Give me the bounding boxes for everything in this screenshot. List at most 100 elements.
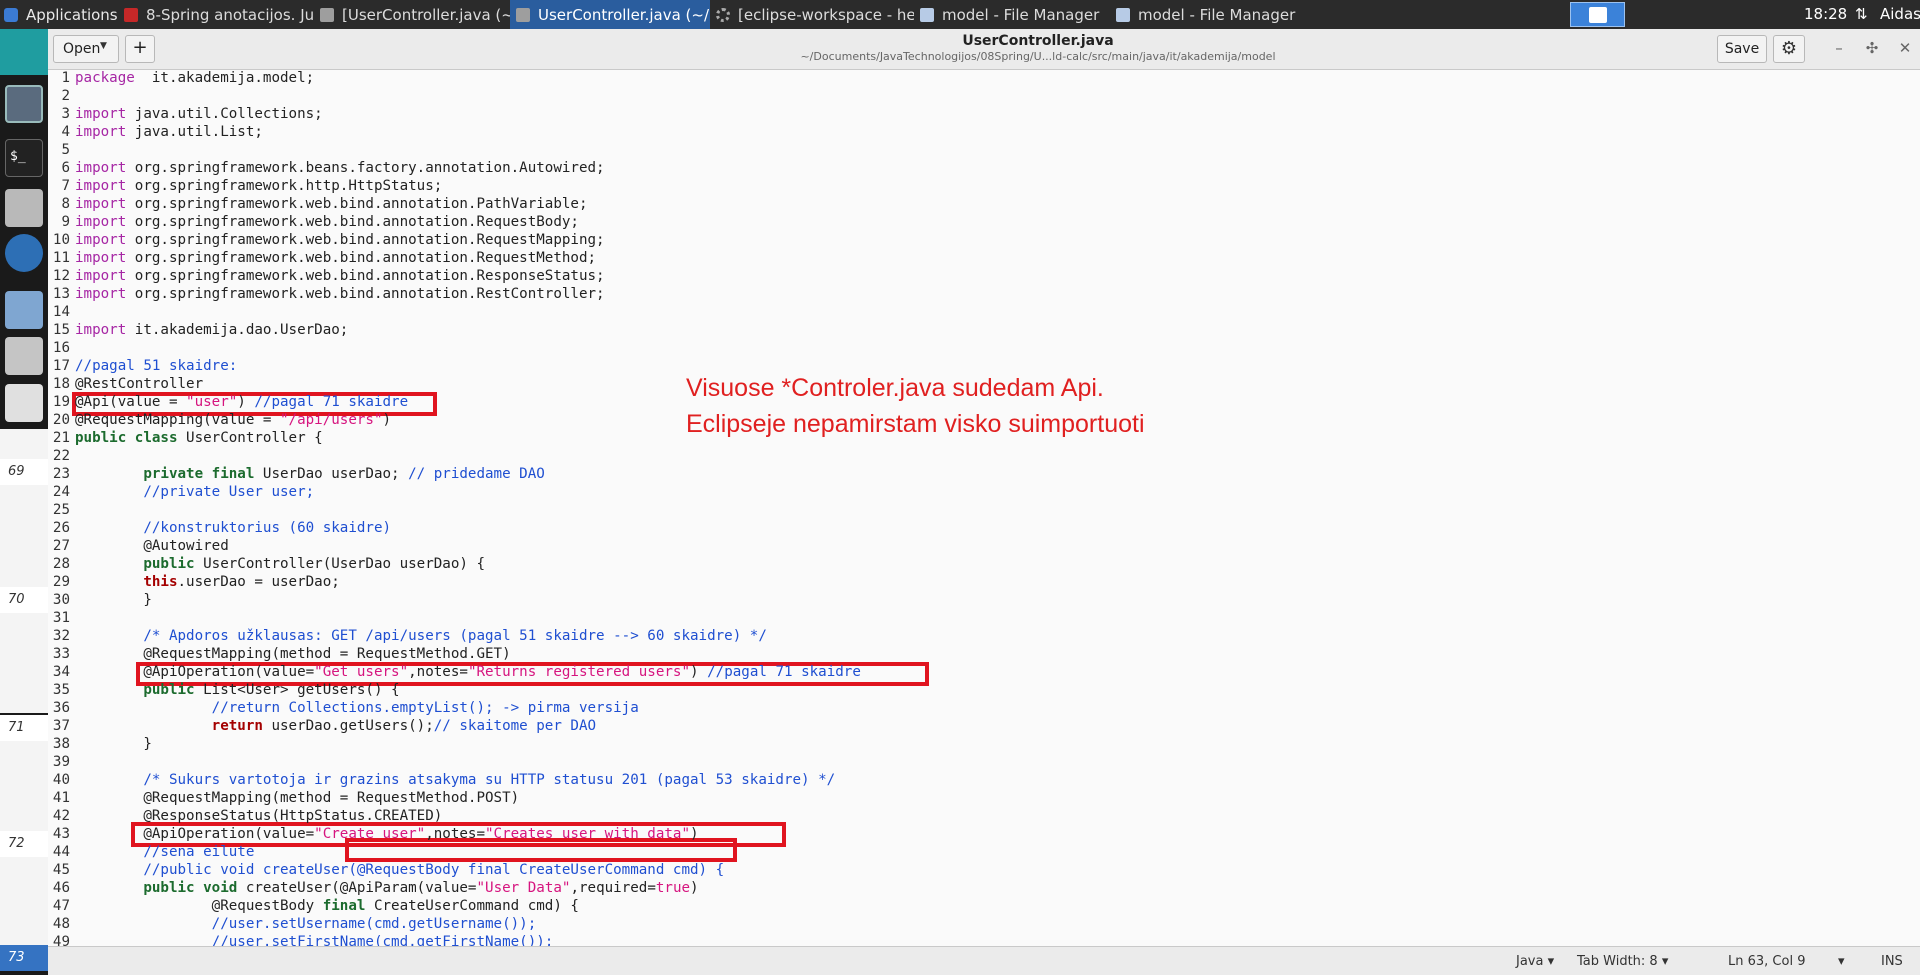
code-line[interactable]: @RequestMapping(value = "/api/users") [75,412,391,428]
monitor-icon[interactable] [5,85,43,123]
slide-number[interactable]: 69 [0,459,48,485]
code-line[interactable]: import org.springframework.web.bind.anno… [75,232,605,248]
code-line[interactable]: } [75,736,152,752]
network-icon[interactable]: ⇅ [1855,5,1873,23]
code-line[interactable]: } [75,592,152,608]
code-line[interactable]: import org.springframework.http.HttpStat… [75,178,442,194]
code-line[interactable]: @ApiOperation(value="Create user",notes=… [75,826,698,842]
code-token: "User Data" [476,880,571,896]
code-line[interactable]: /* Apdoros užklausas: GET /api/users (pa… [75,628,767,644]
notes-applet-button[interactable] [1570,2,1625,27]
code-token: //user.setUsername(cmd.getUsername()); [211,916,537,932]
code-token: ,notes= [408,664,468,680]
minimize-icon[interactable]: – [1828,37,1850,59]
code-line[interactable]: import org.springframework.web.bind.anno… [75,196,588,212]
code-line[interactable]: /* Sukurs vartotoja ir grazins atsakyma … [75,772,835,788]
code-token: true [655,880,691,896]
code-line[interactable]: this.userDao = userDao; [75,574,339,590]
code-line[interactable]: private final UserDao userDao; // prided… [75,466,544,482]
code-line[interactable]: public UserController(UserDao userDao) { [75,556,485,572]
applications-menu-button[interactable]: Applications [0,0,118,29]
line-number: 40 [52,772,70,788]
task-pdf-viewer[interactable]: 8-Spring anotacijos. Jun... [118,0,314,29]
code-line[interactable]: //konstruktorius (60 skaidre) [75,520,391,536]
line-number: 23 [52,466,70,482]
slide-thumbnail[interactable] [0,857,48,945]
task-eclipse[interactable]: [eclipse-workspace - he... [710,0,914,29]
slide-thumbnail[interactable] [0,487,48,587]
code-line[interactable]: import org.springframework.web.bind.anno… [75,268,605,284]
save-button[interactable]: Save [1717,35,1767,63]
clock[interactable]: 18:28 [1804,0,1847,29]
code-line[interactable]: //public void createUser(@RequestBody fi… [75,862,724,878]
code-editor[interactable]: Visuose *Controler.java sudedam Api. Ecl… [48,70,1920,946]
open-button[interactable]: Open [53,35,119,63]
code-line[interactable]: @RestController [75,376,203,392]
code-line[interactable]: public List<User> getUsers() { [75,682,400,698]
code-line[interactable]: //user.setFirstName(cmd.getFirstName()); [75,934,554,946]
code-line[interactable]: import java.util.List; [75,124,263,140]
slide-number[interactable]: 70 [0,587,48,613]
slide-thumbnail[interactable] [0,613,48,713]
task-file-manager-1[interactable]: model - File Manager [914,0,1110,29]
code-line[interactable]: @ApiOperation(value="Get users",notes="R… [75,664,861,680]
line-number: 39 [52,754,70,770]
close-icon[interactable]: ✕ [1894,37,1916,59]
code-line[interactable]: @RequestMapping(method = RequestMethod.P… [75,790,519,806]
code-token: } [75,736,152,752]
language-selector[interactable]: Java ▾ [1516,954,1554,969]
task-text-editor-2[interactable]: UserController.java (~/... [510,0,710,29]
code-line[interactable]: return userDao.getUsers();// skaitome pe… [75,718,596,734]
code-line[interactable]: import org.springframework.web.bind.anno… [75,214,579,230]
code-line[interactable]: public class UserController { [75,430,323,446]
line-number: 46 [52,880,70,896]
code-line[interactable]: @ResponseStatus(HttpStatus.CREATED) [75,808,442,824]
gear-icon[interactable]: ⚙ [1773,35,1805,63]
code-line[interactable]: public void createUser(@ApiParam(value="… [75,880,698,896]
task-text-editor-1[interactable]: [UserController.java (~... [314,0,510,29]
code-line[interactable]: @Autowired [75,538,228,554]
line-number: 12 [52,268,70,284]
task-label: [UserController.java (~... [342,5,510,24]
code-line[interactable]: import it.akademija.dao.UserDao; [75,322,348,338]
code-line[interactable]: import java.util.Collections; [75,106,323,122]
line-number: 45 [52,862,70,878]
software-store-icon[interactable] [5,337,43,375]
code-token: it.akademija.dao.UserDao; [126,322,349,338]
user-menu[interactable]: Aidas [1880,0,1920,29]
new-document-button[interactable]: + [125,35,155,63]
settings-icon[interactable] [5,384,43,422]
chevron-down-icon[interactable]: ▾ [1838,954,1845,969]
code-line[interactable]: @RequestMapping(method = RequestMethod.G… [75,646,510,662]
slide-number[interactable]: 71 [0,715,48,741]
code-line[interactable]: import org.springframework.web.bind.anno… [75,250,596,266]
folder-icon[interactable] [5,291,43,329]
line-number: 35 [52,682,70,698]
tab-width-selector[interactable]: Tab Width: 8 ▾ [1577,954,1668,969]
code-line[interactable]: //sena eilute [75,844,254,860]
browser-icon[interactable] [5,234,43,272]
code-line[interactable]: import org.springframework.beans.factory… [75,160,605,176]
task-file-manager-2[interactable]: model - File Manager [1110,0,1306,29]
code-line[interactable]: //private User user; [75,484,314,500]
slide-thumbnail[interactable] [0,741,48,831]
home-folder-icon[interactable] [5,189,43,227]
task-label: model - File Manager [1138,5,1296,24]
slide-number-current[interactable]: 73 [0,945,48,971]
code-line[interactable]: //pagal 51 skaidre: [75,358,237,374]
code-line[interactable]: //return Collections.emptyList(); -> pir… [75,700,639,716]
slide-number[interactable]: 72 [0,831,48,857]
cursor-position[interactable]: Ln 63, Col 9 [1728,954,1805,969]
code-token: List<User> getUsers() { [194,682,400,698]
line-number: 33 [52,646,70,662]
terminal-icon[interactable]: $_ [5,139,43,177]
code-line[interactable]: package it.akademija.model; [75,70,314,86]
code-line[interactable]: @Api(value = "user") //pagal 71 skaidre [75,394,408,410]
code-line[interactable]: import org.springframework.web.bind.anno… [75,286,605,302]
code-line[interactable]: //user.setUsername(cmd.getUsername()); [75,916,537,932]
code-line[interactable]: @RequestBody final CreateUserCommand cmd… [75,898,579,914]
maximize-icon[interactable]: ✣ [1861,37,1883,59]
